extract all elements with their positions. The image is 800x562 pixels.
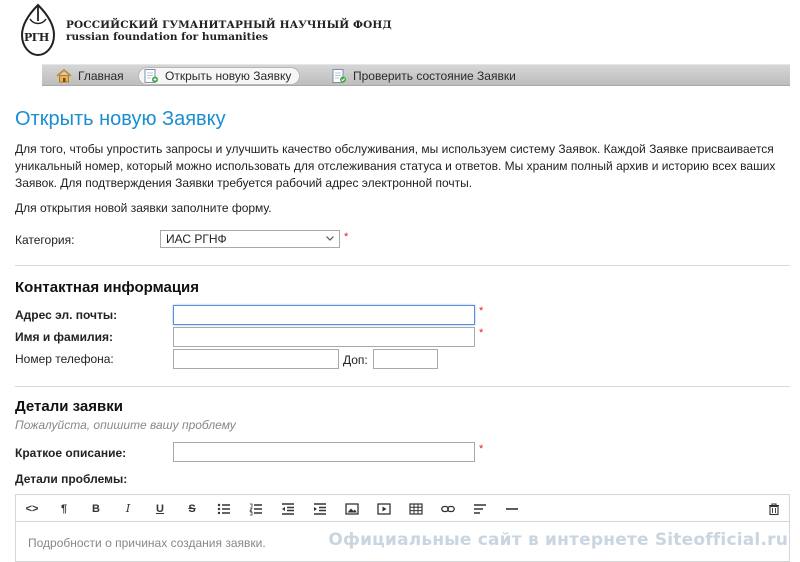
site-header: РГН РОССИЙСКИЙ ГУМАНИТАРНЫЙ НАУЧНЫЙ ФОНД…	[18, 3, 518, 58]
email-required-marker: *	[479, 305, 484, 317]
nav-item-new-ticket-label: Открыть новую Заявку	[165, 69, 292, 83]
nav-item-check-status-label: Проверить состояние Заявки	[353, 69, 516, 83]
name-label: Имя и фамилия:	[15, 330, 113, 344]
watermark-text: Официальные сайт в интернете Siteofficia…	[328, 530, 788, 550]
extension-label: Доп:	[343, 353, 368, 367]
phone-label: Номер телефона:	[15, 352, 114, 366]
nav-item-home[interactable]: Главная	[52, 67, 132, 85]
nav-item-home-label: Главная	[78, 69, 124, 83]
org-name: РОССИЙСКИЙ ГУМАНИТАРНЫЙ НАУЧНЫЙ ФОНД rus…	[66, 19, 392, 43]
summary-input[interactable]	[173, 442, 475, 462]
category-required-marker: *	[344, 231, 349, 243]
category-label: Категория:	[15, 233, 75, 247]
extension-input[interactable]	[373, 349, 438, 369]
outdent-icon[interactable]	[280, 501, 296, 517]
underline-icon[interactable]: U	[152, 501, 168, 517]
home-icon	[56, 69, 72, 83]
image-icon[interactable]	[344, 501, 360, 517]
indent-icon[interactable]	[312, 501, 328, 517]
contact-section-title: Контактная информация	[15, 279, 200, 296]
details-section-title: Детали заявки	[15, 398, 123, 415]
nav-item-new-ticket[interactable]: Открыть новую Заявку	[138, 67, 301, 85]
details-section-subtitle: Пожалуйста, опишите вашу проблему	[15, 418, 236, 432]
numbered-list-icon[interactable]	[248, 501, 264, 517]
check-status-icon	[332, 69, 346, 83]
phone-input[interactable]	[173, 349, 339, 369]
bullet-list-icon[interactable]	[216, 501, 232, 517]
intro-text: Для того, чтобы упростить запросы и улуч…	[15, 142, 776, 190]
section-divider	[15, 265, 790, 266]
main-nav: Главная Открыть новую Заявку Проверить с…	[42, 64, 790, 86]
form-instructions: Для открытия новой заявки заполните форм…	[15, 201, 272, 215]
italic-icon[interactable]: I	[120, 501, 136, 517]
table-icon[interactable]	[408, 501, 424, 517]
link-icon[interactable]	[440, 501, 456, 517]
chevron-down-icon	[326, 236, 334, 241]
video-icon[interactable]	[376, 501, 392, 517]
editor-toolbar: <> ¶ B I U S	[15, 494, 790, 522]
editor-placeholder: Подробности о причинах создания заявки.	[28, 536, 266, 550]
code-view-icon[interactable]: <>	[24, 501, 40, 517]
trash-icon[interactable]	[766, 501, 782, 517]
email-input[interactable]	[173, 305, 475, 325]
org-name-ru: РОССИЙСКИЙ ГУМАНИТАРНЫЙ НАУЧНЫЙ ФОНД	[66, 19, 392, 31]
problem-details-label: Детали проблемы:	[15, 472, 128, 486]
email-label: Адрес эл. почты:	[15, 308, 118, 322]
align-icon[interactable]	[472, 501, 488, 517]
summary-required-marker: *	[479, 443, 484, 455]
emblem-letters: РГН	[24, 31, 49, 44]
name-required-marker: *	[479, 327, 484, 339]
new-ticket-icon	[144, 69, 158, 83]
bold-icon[interactable]: B	[88, 501, 104, 517]
paragraph-icon[interactable]: ¶	[56, 501, 72, 517]
org-name-en: russian foundation for humanities	[66, 31, 269, 43]
strikethrough-icon[interactable]: S	[184, 501, 200, 517]
page-title: Открыть новую Заявку	[15, 108, 226, 130]
nav-item-check-status[interactable]: Проверить состояние Заявки	[327, 67, 524, 85]
section-divider	[15, 386, 790, 387]
category-selected-value: ИАС РГНФ	[166, 232, 227, 246]
full-name-input[interactable]	[173, 327, 475, 347]
category-select[interactable]: ИАС РГНФ	[160, 230, 340, 248]
horizontal-rule-icon[interactable]	[504, 501, 520, 517]
summary-label: Краткое описание:	[15, 446, 127, 460]
